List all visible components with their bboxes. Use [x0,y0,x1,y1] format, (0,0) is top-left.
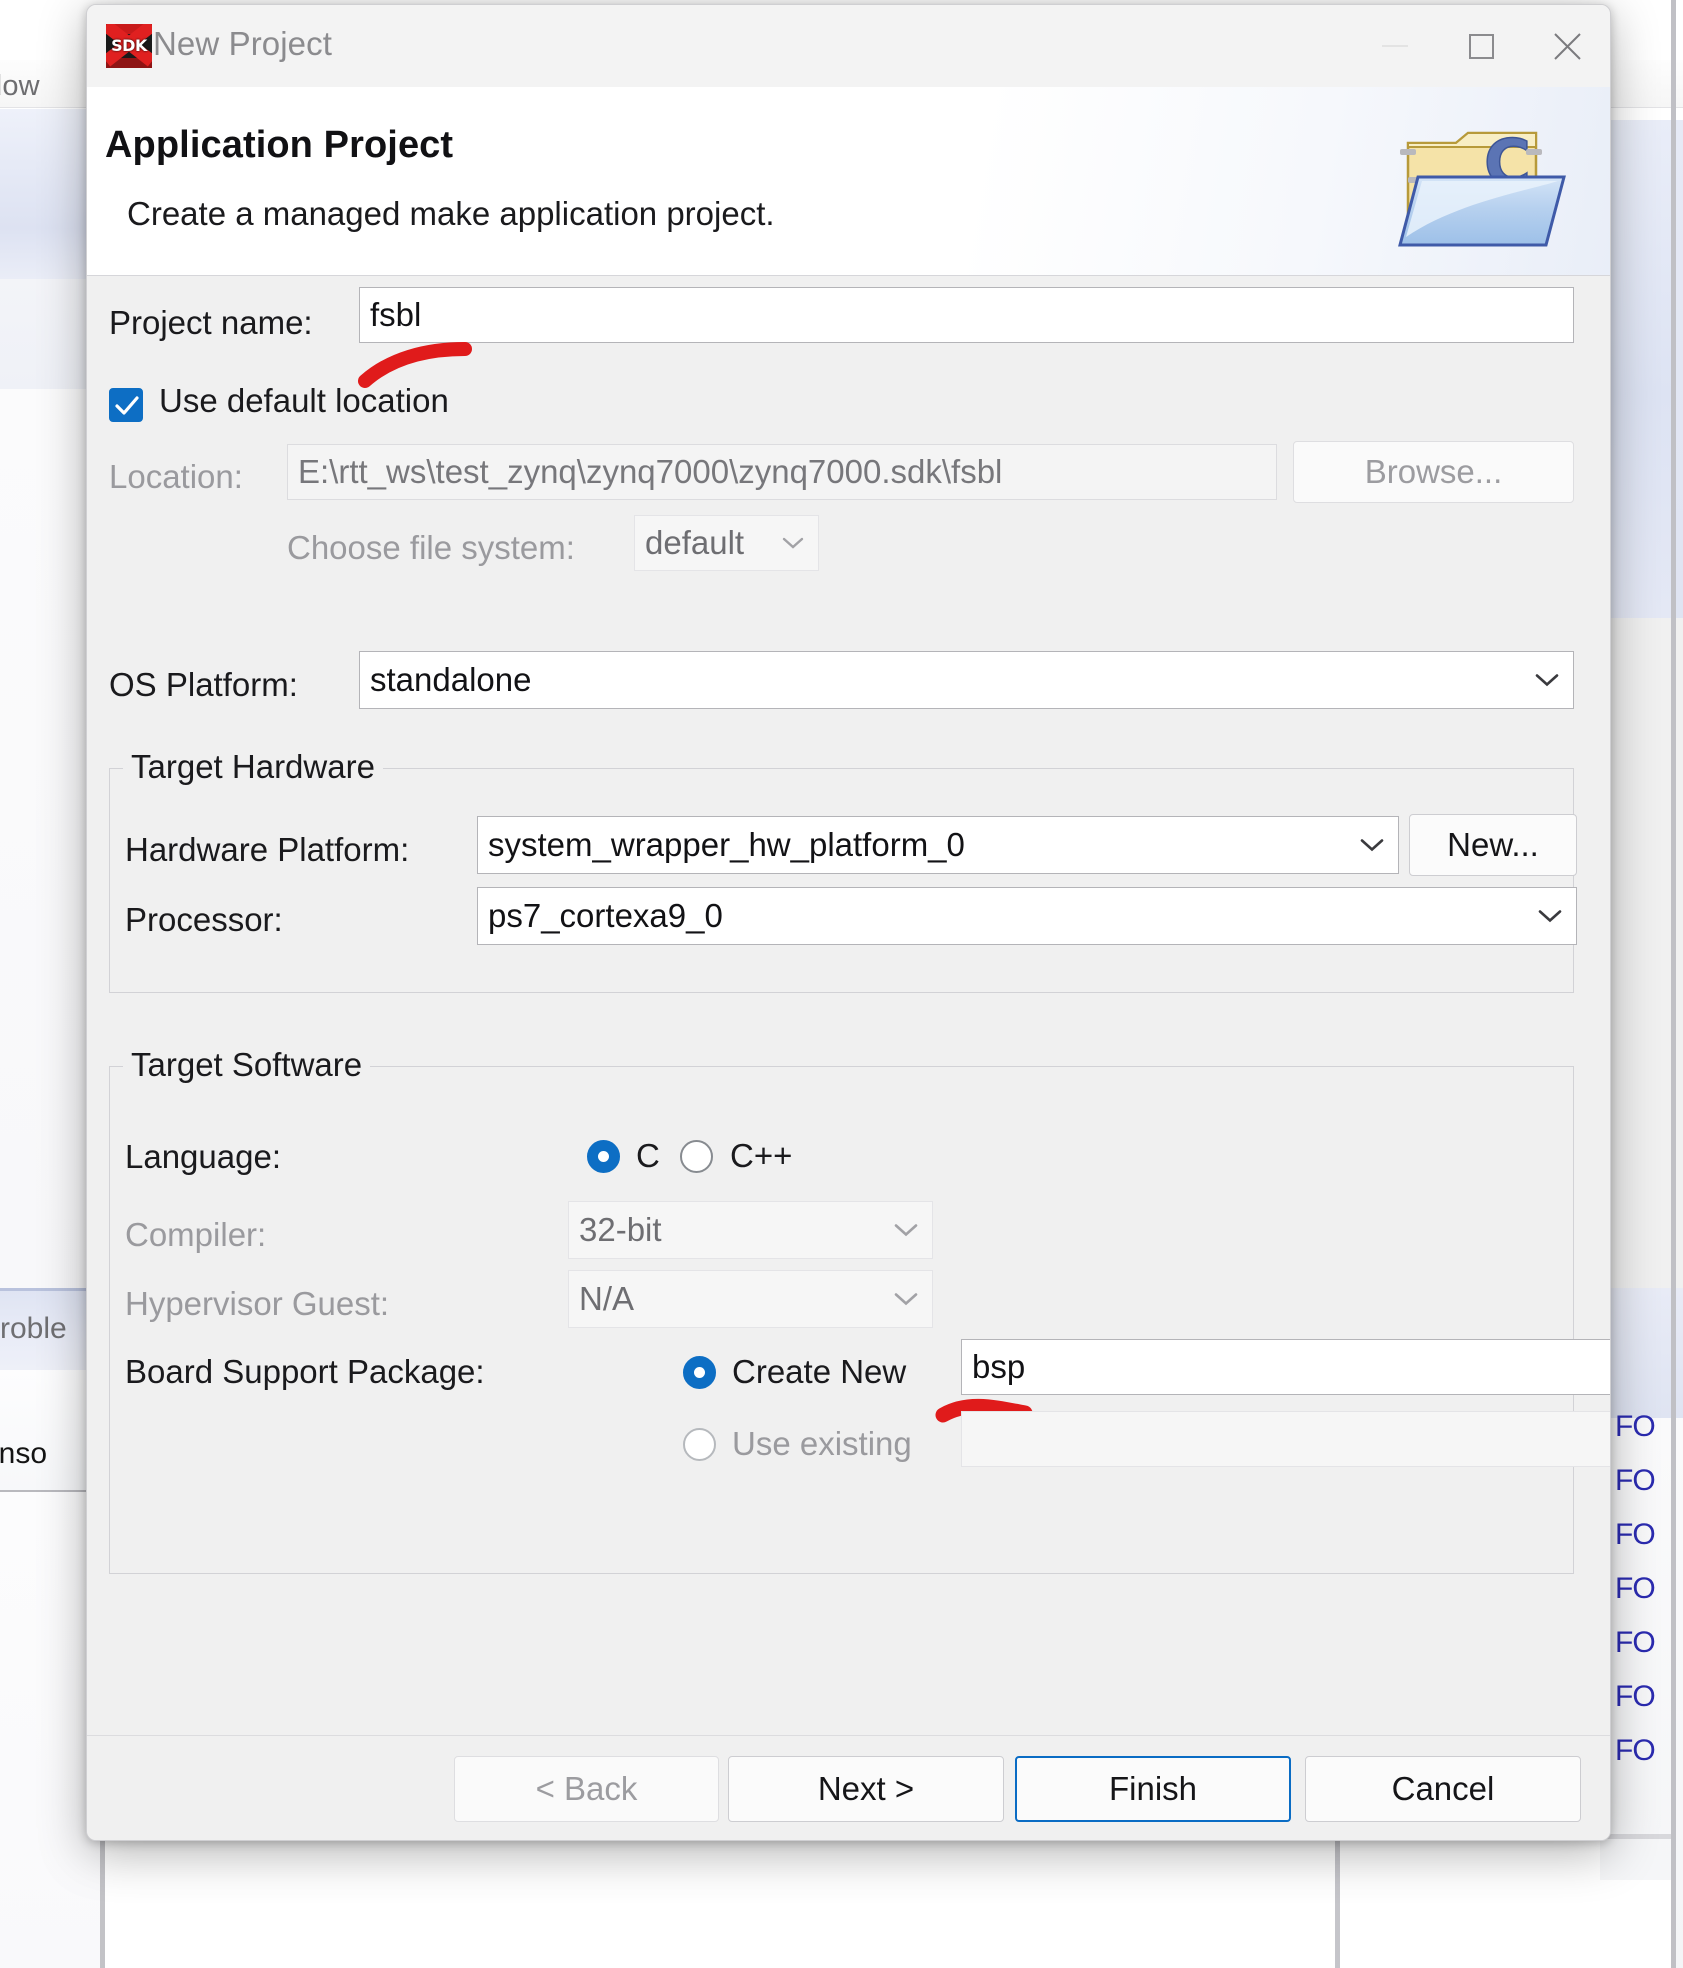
page-subtitle: Create a managed make application projec… [127,195,775,232]
dialog-footer: < Back Next > Finish Cancel [87,1735,1610,1840]
close-icon [1553,32,1581,60]
console-output-line: FO [1615,1734,1656,1767]
next-button[interactable]: Next > [728,1756,1004,1822]
bsp-radio-create-new[interactable] [683,1356,716,1389]
location-label: Location: [109,458,243,495]
cancel-button[interactable]: Cancel [1305,1756,1581,1822]
c-project-folder-icon: C [1386,107,1586,257]
target-software-group-title: Target Software [123,1046,371,1084]
back-button: < Back [454,1756,719,1822]
use-default-location-label: Use default location [159,382,449,419]
background-bottom-panel [105,1880,1671,1968]
maximize-button[interactable] [1438,5,1524,87]
console-output-line: FO [1615,1518,1656,1551]
target-hardware-group [109,768,1574,993]
hardware-platform-label: Hardware Platform: [125,831,410,868]
new-project-dialog: SDK New Project Application Project Crea… [86,4,1611,1841]
dialog-body: Project name: fsbl Use default location … [87,276,1610,1735]
processor-value: ps7_cortexa9_0 [488,897,723,934]
bsp-create-new-label: Create New [732,1353,907,1390]
target-hardware-group-title: Target Hardware [123,748,383,786]
compiler-label: Compiler: [125,1216,267,1253]
background-right-panel-strip [1676,120,1683,618]
window-controls [1352,5,1610,87]
chevron-down-icon [894,1292,918,1307]
language-radio-c[interactable] [587,1140,620,1173]
page-title: Application Project [105,124,454,166]
background-left-panel-toolbar [0,279,100,389]
dialog-title: New Project [153,25,332,62]
hardware-platform-value: system_wrapper_hw_platform_0 [488,826,965,863]
background-left-panel-body [0,389,100,1289]
hardware-platform-combo[interactable]: system_wrapper_hw_platform_0 [477,816,1399,874]
language-radio-cpp[interactable] [680,1140,713,1173]
board-support-package-label: Board Support Package: [125,1353,485,1390]
console-output-line: FO [1615,1464,1656,1497]
background-console-output: FO FO FO FO FO FO FO [1615,1400,1683,1778]
hypervisor-guest-combo: N/A [568,1270,933,1328]
os-platform-value: standalone [370,661,532,698]
background-console-tab-label: onso [0,1437,48,1470]
finish-button[interactable]: Finish [1015,1756,1291,1822]
compiler-combo: 32-bit [568,1201,933,1259]
close-button[interactable] [1524,5,1610,87]
bsp-existing-combo [961,1411,1610,1467]
dialog-header: Application Project Create a managed mak… [87,87,1610,276]
background-menu-window-item[interactable]: dow [0,70,40,103]
chevron-down-icon [1360,838,1384,853]
os-platform-label: OS Platform: [109,666,298,703]
background-left-panel-tab [0,109,100,279]
hypervisor-guest-label: Hypervisor Guest: [125,1285,390,1322]
project-name-input[interactable]: fsbl [359,287,1574,343]
console-output-line: FO [1615,1626,1656,1659]
language-option-c-label: C [636,1137,660,1174]
compiler-value: 32-bit [579,1211,662,1248]
checkmark-icon [115,396,139,415]
file-system-combo: default [634,515,819,571]
minimize-button[interactable] [1352,5,1438,87]
choose-file-system-label: Choose file system: [287,529,575,566]
background-problems-tab-label: Proble [0,1312,67,1345]
browse-button: Browse... [1293,441,1574,503]
console-output-line: FO [1615,1572,1656,1605]
chevron-down-icon [1535,673,1559,688]
background-console-body [0,1492,100,1968]
file-system-value: default [645,524,745,561]
processor-label: Processor: [125,901,283,938]
minimize-icon [1382,45,1408,47]
hypervisor-guest-value: N/A [579,1280,635,1317]
bsp-use-existing-label: Use existing [732,1425,912,1462]
chevron-down-icon [894,1223,918,1238]
os-platform-combo[interactable]: standalone [359,651,1574,709]
language-option-cpp-label: C++ [730,1137,793,1174]
bsp-name-input[interactable]: bsp [961,1339,1610,1395]
background-console-tab[interactable] [0,1370,100,1490]
console-output-line: FO [1615,1410,1656,1443]
processor-combo[interactable]: ps7_cortexa9_0 [477,887,1577,945]
use-default-location-checkbox[interactable] [109,388,143,422]
language-label: Language: [125,1138,281,1175]
maximize-icon [1468,33,1494,59]
sdk-icon: SDK [106,24,152,68]
location-input: E:\rtt_ws\test_zynq\zynq7000\zynq7000.sd… [287,444,1277,500]
background-bottom-vertical-splitter[interactable] [1335,1836,1340,1968]
chevron-down-icon [782,536,804,550]
project-name-label: Project name: [109,304,313,341]
chevron-down-icon [1538,909,1562,924]
dialog-titlebar[interactable]: SDK New Project [87,5,1610,87]
new-hardware-platform-button[interactable]: New... [1409,814,1577,876]
bsp-radio-use-existing[interactable] [683,1428,716,1461]
console-output-line: FO [1615,1680,1656,1713]
